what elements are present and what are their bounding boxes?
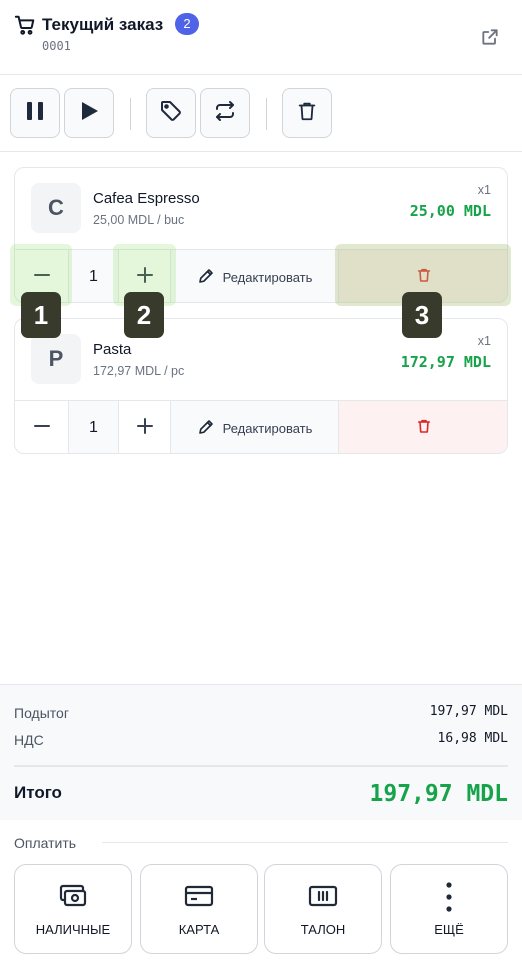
toolbar-divider bbox=[266, 98, 267, 130]
voucher-icon bbox=[265, 883, 381, 911]
page-title: Текущий заказ bbox=[42, 15, 164, 34]
delete-order-button[interactable] bbox=[282, 88, 332, 138]
decrease-quantity-button[interactable] bbox=[15, 401, 69, 453]
play-icon bbox=[78, 100, 100, 127]
pay-card-button[interactable]: КАРТА bbox=[140, 864, 258, 954]
annotation-marker: 2 bbox=[124, 292, 164, 338]
totals-divider bbox=[14, 765, 508, 767]
pay-more-button[interactable]: ЕЩЁ bbox=[390, 864, 508, 954]
item-total: 172,97 MDL bbox=[400, 353, 491, 371]
edit-label: Редактировать bbox=[222, 420, 313, 436]
payment-divider bbox=[102, 842, 508, 843]
delete-item-button[interactable] bbox=[339, 401, 507, 453]
tag-icon bbox=[159, 99, 183, 128]
edit-item-button[interactable]: Редактировать bbox=[171, 401, 339, 453]
item-name: Cafea Espresso bbox=[93, 190, 200, 207]
cart-icon bbox=[14, 14, 36, 36]
swap-arrows-icon bbox=[213, 99, 237, 128]
order-header: Текущий заказ 2 0001 bbox=[0, 0, 522, 75]
item-name: Pasta bbox=[93, 341, 132, 358]
pay-cash-button[interactable]: НАЛИЧНЫЕ bbox=[14, 864, 132, 954]
minus-icon bbox=[33, 417, 51, 440]
item-quantity-tag: x1 bbox=[477, 334, 491, 348]
annotation-marker: 3 bbox=[402, 292, 442, 338]
pay-voucher-label: ТАЛОН bbox=[300, 922, 346, 937]
item-avatar: C bbox=[31, 183, 81, 233]
item-quantity-tag: x1 bbox=[477, 183, 491, 197]
grand-total-value: 197,97 MDL bbox=[369, 781, 508, 807]
pay-voucher-button[interactable]: ТАЛОН bbox=[264, 864, 382, 954]
totals-panel: Подытог 197,97 MDL НДС 16,98 MDL Итого 1… bbox=[0, 684, 522, 820]
item-total: 25,00 MDL bbox=[409, 202, 491, 220]
order-toolbar bbox=[0, 76, 522, 152]
plus-icon bbox=[136, 417, 154, 440]
cash-icon bbox=[15, 883, 131, 911]
pay-card-label: КАРТА bbox=[178, 922, 220, 937]
item-avatar: P bbox=[31, 334, 81, 384]
vat-value: 16,98 MDL bbox=[437, 731, 508, 746]
play-button[interactable] bbox=[64, 88, 114, 138]
pause-icon bbox=[24, 100, 46, 127]
pay-cash-label: НАЛИЧНЫЕ bbox=[35, 922, 111, 937]
order-number: 0001 bbox=[42, 39, 71, 53]
subtotal-label: Подытог bbox=[14, 705, 69, 721]
subtotal-value: 197,97 MDL bbox=[429, 704, 508, 719]
transfer-button[interactable] bbox=[200, 88, 250, 138]
order-item-card: P Pasta 172,97 MDL / pc x1 172,97 MDL 1 … bbox=[14, 318, 508, 454]
pencil-icon bbox=[197, 267, 215, 288]
grand-total-label: Итого bbox=[14, 783, 62, 802]
pause-button[interactable] bbox=[10, 88, 60, 138]
trash-icon bbox=[296, 100, 318, 127]
trash-icon bbox=[416, 417, 432, 440]
annotation-marker: 1 bbox=[21, 292, 61, 338]
pay-more-label: ЕЩЁ bbox=[434, 922, 464, 937]
toolbar-divider bbox=[130, 98, 131, 130]
item-count-badge: 2 bbox=[175, 13, 199, 35]
increase-quantity-button[interactable] bbox=[119, 401, 171, 453]
quantity-value[interactable]: 1 bbox=[69, 401, 119, 453]
pencil-icon bbox=[197, 418, 215, 439]
item-unit-price: 172,97 MDL / pc bbox=[93, 364, 185, 378]
discount-button[interactable] bbox=[146, 88, 196, 138]
external-link-icon[interactable] bbox=[480, 27, 500, 47]
item-controls: 1 Редактировать bbox=[15, 400, 507, 453]
item-unit-price: 25,00 MDL / buc bbox=[93, 213, 185, 227]
vat-label: НДС bbox=[14, 732, 44, 748]
edit-label: Редактировать bbox=[222, 269, 313, 285]
card-icon bbox=[141, 883, 257, 911]
edit-item-button[interactable]: Редактировать bbox=[171, 250, 339, 302]
payment-title: Оплатить bbox=[14, 835, 77, 851]
quantity-value[interactable]: 1 bbox=[69, 250, 119, 302]
more-vertical-icon bbox=[391, 881, 507, 913]
